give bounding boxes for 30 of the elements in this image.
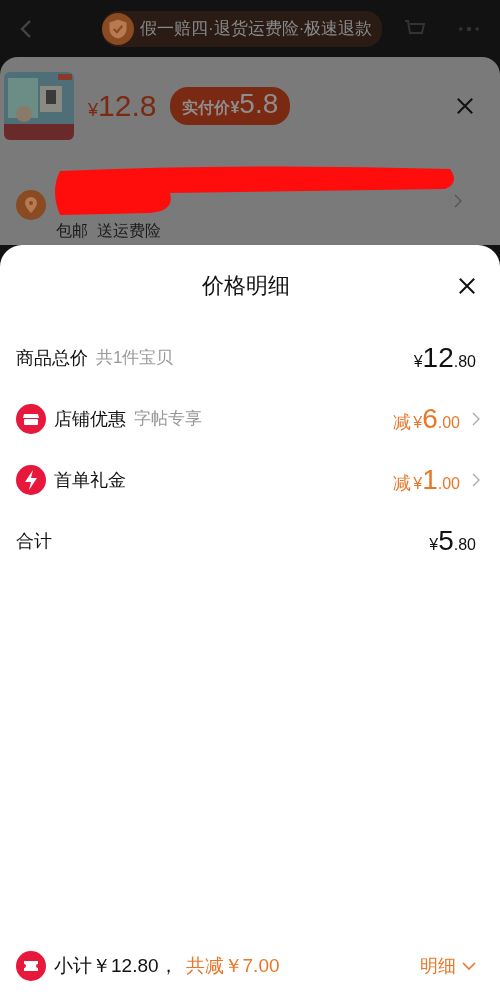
shipping-text: 包邮 送运费险: [56, 221, 162, 241]
location-icon: [16, 190, 46, 220]
row-amount: 减¥1.00: [393, 463, 460, 496]
row-label: 首单礼金: [54, 468, 126, 492]
subtotal-text: 小计￥12.80，: [54, 954, 178, 978]
chevron-icon[interactable]: [454, 194, 462, 208]
row-label: 店铺优惠: [54, 407, 126, 431]
banner-text: 假一赔四·退货运费险·极速退款: [140, 18, 373, 40]
more-icon[interactable]: [458, 25, 480, 32]
back-icon[interactable]: [20, 18, 32, 39]
sheet-title: 价格明细: [202, 272, 290, 300]
chevron-icon[interactable]: [472, 411, 480, 426]
row-note: 字帖专享: [134, 408, 202, 430]
lightning-icon: [16, 464, 46, 495]
final-price-badge: 实付价¥5.8: [170, 87, 291, 125]
row-amount: 减¥6.00: [393, 402, 460, 435]
row-label: 商品总价: [16, 346, 88, 370]
saving-text: 共减￥7.00: [185, 954, 280, 978]
row-amount: ¥12.80: [413, 341, 476, 374]
shield-icon: [102, 12, 134, 45]
row-label: 合计: [16, 529, 52, 553]
chevron-icon[interactable]: [472, 472, 480, 487]
close-icon[interactable]: [458, 277, 476, 295]
row-amount: ¥5.80: [429, 524, 476, 557]
details-toggle[interactable]: 明细: [420, 954, 476, 978]
shop-icon: [16, 403, 46, 434]
ticket-icon: [16, 951, 46, 981]
caret-icon: [462, 962, 476, 970]
row-note: 共1件宝贝: [96, 347, 174, 369]
product-price: ¥12.8: [88, 89, 157, 123]
